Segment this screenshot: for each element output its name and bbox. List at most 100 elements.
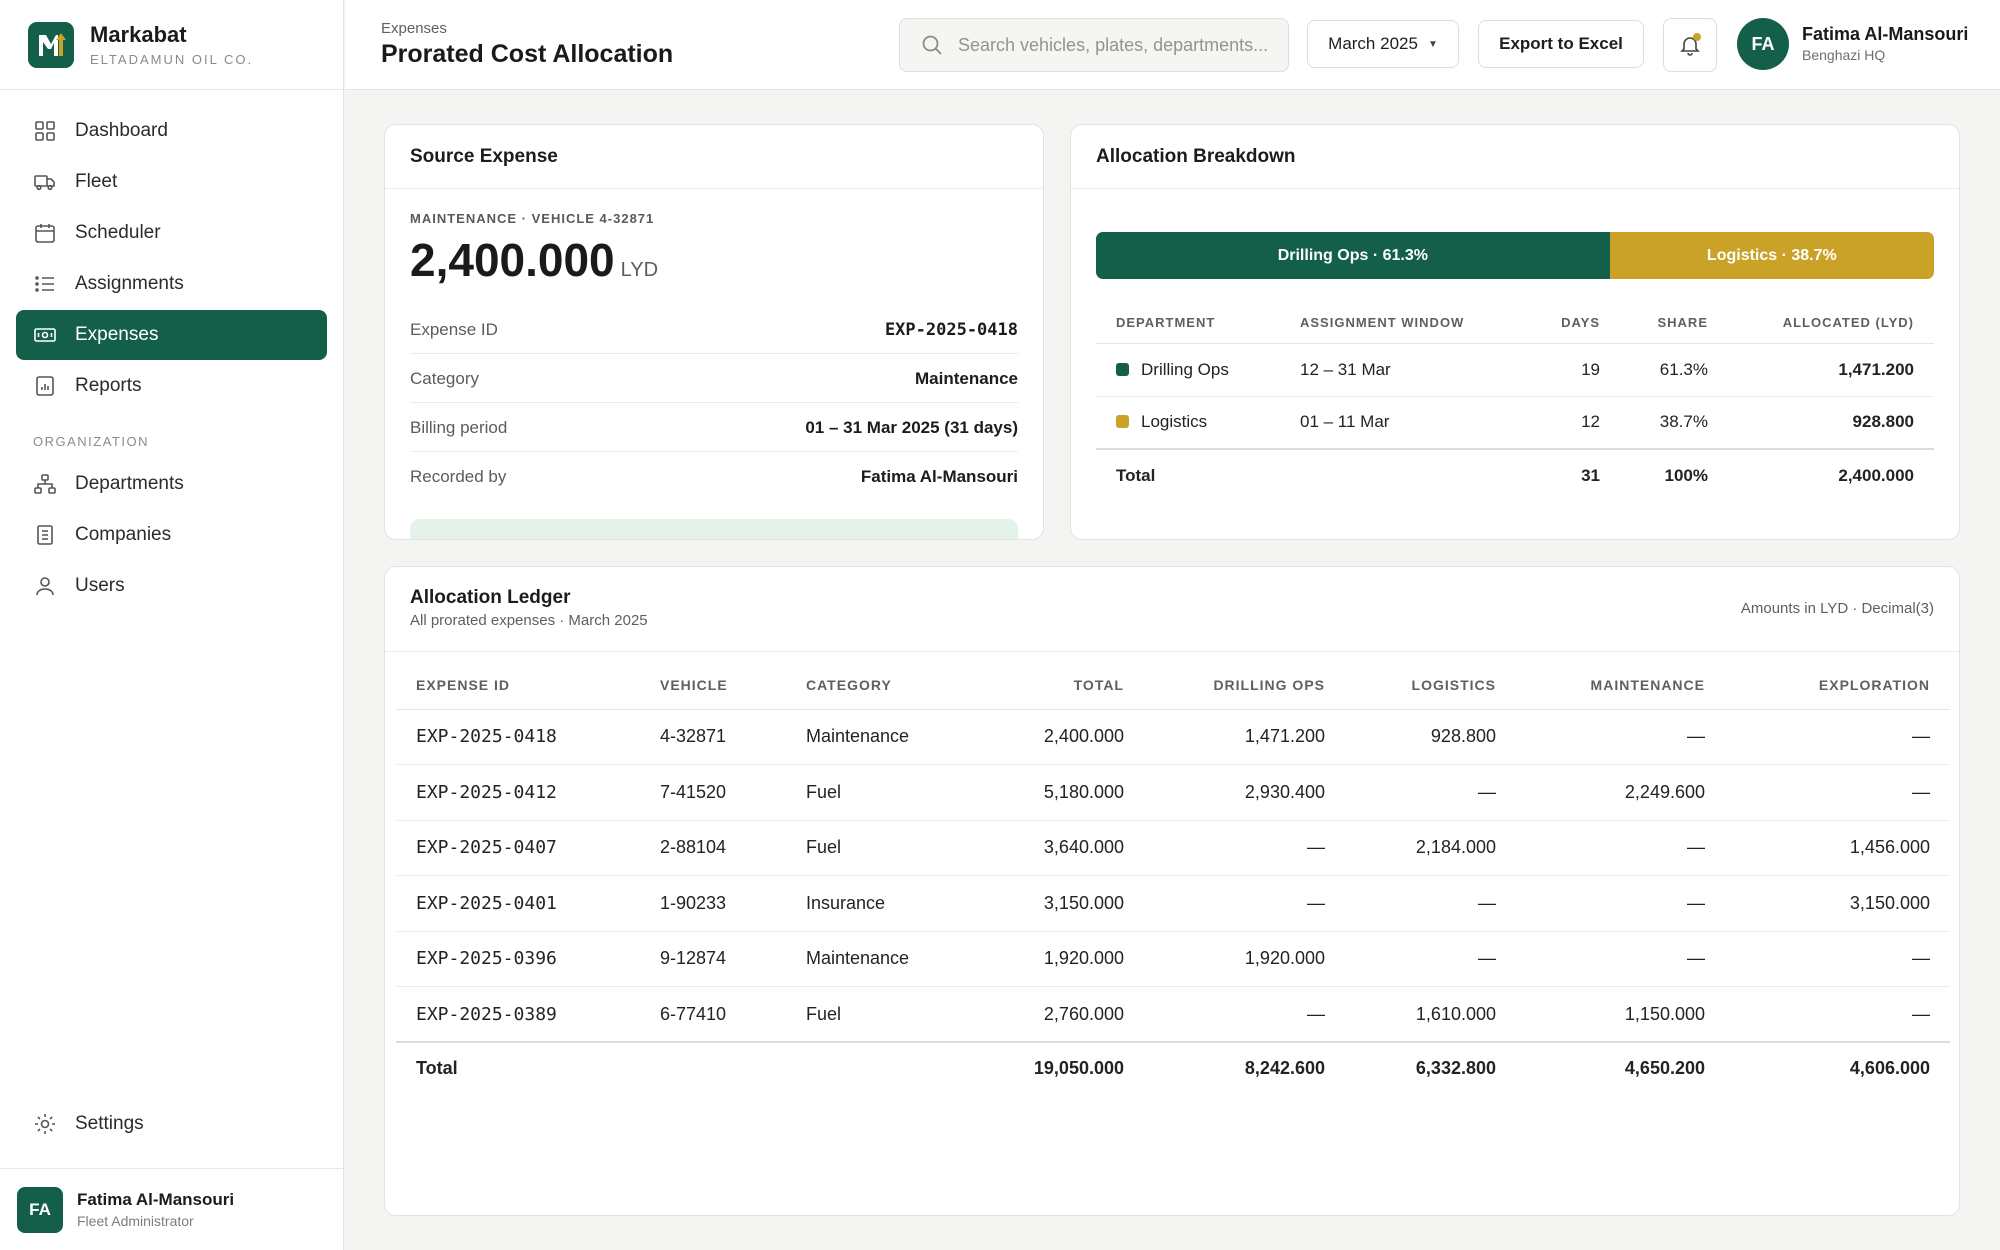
table-row[interactable]: EXP-2025-0418 4-32871 Maintenance 2,400.… xyxy=(396,709,1950,765)
brand[interactable]: Markabat ELTADAMUN OIL CO. xyxy=(0,0,343,90)
month-select-value: March 2025 xyxy=(1328,34,1418,53)
vehicle-cell: 6-77410 xyxy=(640,986,786,1043)
table-header-row: EXPENSE ID VEHICLE CATEGORY TOTAL DRILLI… xyxy=(396,661,1950,710)
card-title: Source Expense xyxy=(385,125,1043,189)
chart-doc-icon xyxy=(36,376,54,396)
drilling-cell: — xyxy=(1144,875,1345,932)
notifications-button[interactable] xyxy=(1663,18,1717,72)
drilling-cell: — xyxy=(1144,820,1345,876)
search-icon xyxy=(922,35,942,55)
nav-label: Assignments xyxy=(75,273,184,294)
vehicle-cell: 7-41520 xyxy=(640,764,786,821)
page-title: Prorated Cost Allocation xyxy=(381,40,674,68)
maintenance-cell: — xyxy=(1516,875,1725,932)
search-box[interactable] xyxy=(899,18,1289,72)
share-cell: 38.7% xyxy=(1620,396,1728,450)
amount-value: 2,400.000 xyxy=(410,234,615,286)
share-cell: 61.3% xyxy=(1620,343,1728,397)
nav-item-reports[interactable]: Reports xyxy=(16,361,327,411)
nav-item-companies[interactable]: Companies xyxy=(16,510,327,560)
breadcrumb[interactable]: Expenses xyxy=(381,20,447,37)
sidebar-user[interactable]: FA Fatima Al-Mansouri Fleet Administrato… xyxy=(0,1168,343,1250)
logistics-cell: 928.800 xyxy=(1345,709,1516,765)
column-header: DRILLING OPS xyxy=(1144,661,1345,710)
nav-item-users[interactable]: Users xyxy=(16,561,327,611)
ledger-title: Allocation Ledger xyxy=(410,587,571,608)
table-row[interactable]: EXP-2025-0396 9-12874 Maintenance 1,920.… xyxy=(396,931,1950,987)
table-header-row: DEPARTMENT ASSIGNMENT WINDOW DAYS SHARE … xyxy=(1096,303,1934,344)
column-header: LOGISTICS xyxy=(1345,661,1516,710)
allocation-segment-drilling: Drilling Ops · 61.3% xyxy=(1096,232,1610,279)
sidebar: Markabat ELTADAMUN OIL CO. Dashboard Fle… xyxy=(0,0,344,1250)
logistics-cell: 2,184.000 xyxy=(1345,820,1516,876)
column-header: ASSIGNMENT WINDOW xyxy=(1280,303,1530,344)
total-cell: 3,150.000 xyxy=(974,875,1144,932)
search-input[interactable] xyxy=(958,34,1268,56)
table-row[interactable]: EXP-2025-0401 1-90233 Insurance 3,150.00… xyxy=(396,875,1950,932)
expense-id-cell: EXP-2025-0412 xyxy=(396,764,640,821)
field-value: 01 – 31 Mar 2025 (31 days) xyxy=(805,417,1018,437)
column-header: ALLOCATED (LYD) xyxy=(1728,303,1934,344)
ledger-note: Amounts in LYD · Decimal(3) xyxy=(1740,600,1934,617)
gear-icon xyxy=(35,1114,55,1134)
nav-item-dashboard[interactable]: Dashboard xyxy=(16,106,327,156)
logistics-cell: — xyxy=(1345,875,1516,932)
column-header: EXPLORATION xyxy=(1725,661,1950,710)
column-header: EXPENSE ID xyxy=(396,661,640,710)
field-value: Maintenance xyxy=(915,368,1018,388)
nav-label: Scheduler xyxy=(75,222,161,243)
column-header: DAYS xyxy=(1530,303,1620,344)
source-kicker: MAINTENANCE · VEHICLE 4-32871 xyxy=(410,211,655,226)
nav-item-fleet[interactable]: Fleet xyxy=(16,157,327,207)
main-nav: Dashboard Fleet Scheduler Assignments Ex… xyxy=(0,90,343,611)
category-cell: Maintenance xyxy=(786,931,974,987)
allocation-bar: Drilling Ops · 61.3% Logistics · 38.7% xyxy=(1096,232,1934,279)
expense-id-cell: EXP-2025-0407 xyxy=(396,820,640,876)
grid-icon xyxy=(35,121,55,141)
nav-item-expenses[interactable]: Expenses xyxy=(16,310,327,360)
expense-id-cell: EXP-2025-0418 xyxy=(396,709,640,765)
exploration-cell: — xyxy=(1725,709,1950,765)
total-cell: 1,920.000 xyxy=(974,931,1144,987)
days-cell: 19 xyxy=(1530,343,1620,397)
month-select[interactable]: March 2025 ▼ xyxy=(1307,20,1459,68)
field-value: EXP-2025-0418 xyxy=(884,319,1018,340)
sidebar-user-role: Fleet Administrator xyxy=(77,1213,194,1229)
maintenance-cell: — xyxy=(1516,820,1725,876)
truck-icon xyxy=(34,175,55,191)
maintenance-cell: — xyxy=(1516,709,1725,765)
ledger-subtitle: All prorated expenses · March 2025 xyxy=(410,612,648,629)
exploration-cell: — xyxy=(1725,986,1950,1043)
drilling-cell: 2,930.400 xyxy=(1144,764,1345,821)
vehicle-cell: 2-88104 xyxy=(640,820,786,876)
category-cell: Maintenance xyxy=(786,709,974,765)
allocation-ledger-card: Allocation Ledger All prorated expenses … xyxy=(384,566,1960,1216)
table-row[interactable]: Drilling Ops 12 – 31 Mar 19 61.3% 1,471.… xyxy=(1096,343,1934,397)
export-excel-button[interactable]: Export to Excel xyxy=(1478,20,1644,68)
status-banner xyxy=(410,519,1018,539)
category-cell: Fuel xyxy=(786,986,974,1043)
table-row[interactable]: Logistics 01 – 11 Mar 12 38.7% 928.800 xyxy=(1096,396,1934,450)
nav-item-settings[interactable]: Settings xyxy=(16,1099,327,1149)
total-label: Total xyxy=(1096,448,1280,501)
total-days: 31 xyxy=(1530,448,1620,501)
nav-item-scheduler[interactable]: Scheduler xyxy=(16,208,327,258)
caret-down-icon: ▼ xyxy=(1427,38,1438,50)
user-name[interactable]: Fatima Al-Mansouri xyxy=(1802,24,1968,45)
drilling-total: 8,242.600 xyxy=(1144,1041,1345,1094)
drilling-cell: — xyxy=(1144,986,1345,1043)
category-cell: Fuel xyxy=(786,820,974,876)
nav-item-assignments[interactable]: Assignments xyxy=(16,259,327,309)
user-avatar[interactable]: FA xyxy=(1737,18,1789,70)
notification-dot xyxy=(1693,33,1701,41)
nav-item-departments[interactable]: Departments xyxy=(16,459,327,509)
table-row[interactable]: EXP-2025-0412 7-41520 Fuel 5,180.000 2,9… xyxy=(396,764,1950,821)
total-cell: 5,180.000 xyxy=(974,764,1144,821)
department-name: Logistics xyxy=(1141,412,1208,432)
card-title: Allocation Breakdown xyxy=(1071,125,1959,189)
category-cell: Fuel xyxy=(786,764,974,821)
table-row[interactable]: EXP-2025-0407 2-88104 Fuel 3,640.000 — 2… xyxy=(396,820,1950,876)
table-row[interactable]: EXP-2025-0389 6-77410 Fuel 2,760.000 — 1… xyxy=(396,986,1950,1043)
user-location: Benghazi HQ xyxy=(1802,47,1886,63)
total-cell: 2,400.000 xyxy=(974,709,1144,765)
